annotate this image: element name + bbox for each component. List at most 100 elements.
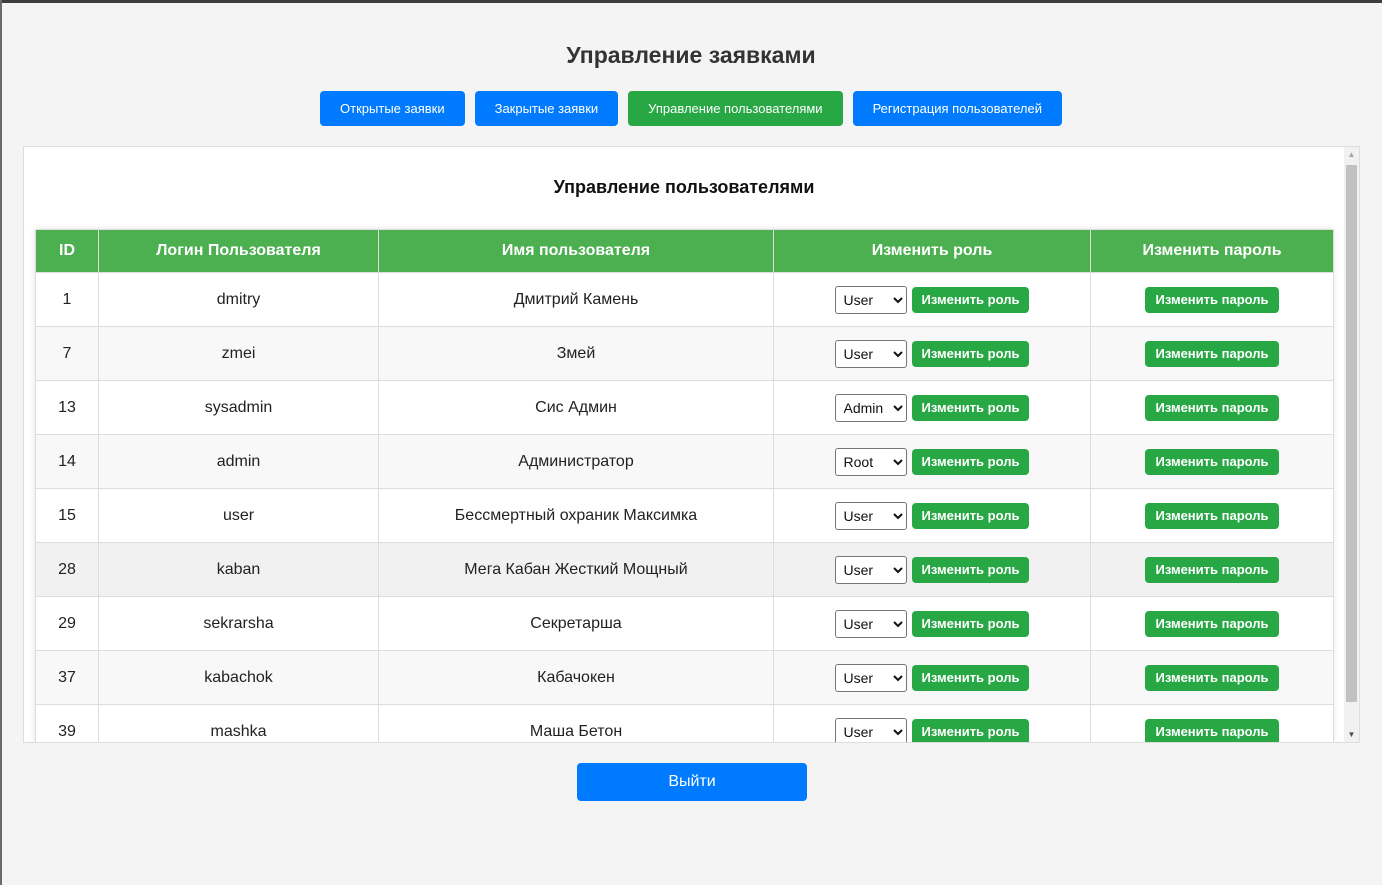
role-select[interactable]: UserAdminRoot <box>834 501 907 530</box>
role-controls: UserAdminRootИзменить роль <box>774 339 1090 368</box>
cell-name: Змей <box>378 326 774 381</box>
cell-change-password: Изменить пароль <box>1090 596 1334 651</box>
cell-change-role: UserAdminRootИзменить роль <box>773 272 1091 327</box>
change-role-button[interactable]: Изменить роль <box>911 610 1030 637</box>
cell-change-role: UserAdminRootИзменить роль <box>773 596 1091 651</box>
cell-login: mashka <box>98 704 379 742</box>
change-role-button[interactable]: Изменить роль <box>911 448 1030 475</box>
window-top-border <box>0 0 1382 3</box>
cell-name: Администратор <box>378 434 774 489</box>
scroll-down-arrow-icon[interactable]: ▼ <box>1344 727 1359 742</box>
table-row: 39mashkaМаша БетонUserAdminRootИзменить … <box>35 704 1334 742</box>
cell-change-password: Изменить пароль <box>1090 272 1334 327</box>
cell-change-password: Изменить пароль <box>1090 704 1334 742</box>
role-select[interactable]: UserAdminRoot <box>834 555 907 584</box>
change-password-button[interactable]: Изменить пароль <box>1145 718 1279 742</box>
window-left-border <box>0 0 2 885</box>
change-password-button[interactable]: Изменить пароль <box>1145 394 1279 421</box>
role-select[interactable]: UserAdminRoot <box>834 663 907 692</box>
cell-name: Секретарша <box>378 596 774 651</box>
cell-login: dmitry <box>98 272 379 327</box>
cell-id: 29 <box>35 596 99 651</box>
cell-id: 37 <box>35 650 99 705</box>
change-password-button[interactable]: Изменить пароль <box>1145 340 1279 367</box>
column-header-login: Логин Пользователя <box>98 229 379 273</box>
nav-user-registration-button[interactable]: Регистрация пользователей <box>852 91 1062 126</box>
cell-login: sysadmin <box>98 380 379 435</box>
role-select[interactable]: UserAdminRoot <box>834 339 907 368</box>
table-row: 7zmeiЗмейUserAdminRootИзменить рольИзмен… <box>35 326 1334 381</box>
cell-login: sekrarsha <box>98 596 379 651</box>
cell-change-password: Изменить пароль <box>1090 542 1334 597</box>
role-select[interactable]: UserAdminRoot <box>834 393 907 422</box>
cell-login: admin <box>98 434 379 489</box>
change-role-button[interactable]: Изменить роль <box>911 286 1030 313</box>
column-header-id: ID <box>35 229 99 273</box>
cell-change-role: UserAdminRootИзменить роль <box>773 650 1091 705</box>
cell-change-password: Изменить пароль <box>1090 434 1334 489</box>
role-controls: UserAdminRootИзменить роль <box>774 447 1090 476</box>
cell-change-password: Изменить пароль <box>1090 650 1334 705</box>
column-header-name: Имя пользователя <box>378 229 774 273</box>
cell-change-role: UserAdminRootИзменить роль <box>773 434 1091 489</box>
change-role-button[interactable]: Изменить роль <box>911 556 1030 583</box>
change-password-button[interactable]: Изменить пароль <box>1145 502 1279 529</box>
cell-login: zmei <box>98 326 379 381</box>
page-title: Управление заявками <box>566 42 816 68</box>
panel-scrollbar[interactable]: ▲ ▼ <box>1344 147 1359 742</box>
role-controls: UserAdminRootИзменить роль <box>774 609 1090 638</box>
user-management-panel: Управление пользователями ID Логин Польз… <box>23 146 1360 743</box>
table-body: 1dmitryДмитрий КаменьUserAdminRootИзмени… <box>35 272 1334 742</box>
cell-id: 39 <box>35 704 99 742</box>
role-select[interactable]: UserAdminRoot <box>834 717 907 742</box>
cell-change-role: UserAdminRootИзменить роль <box>773 380 1091 435</box>
column-header-change-role: Изменить роль <box>773 229 1091 273</box>
change-password-button[interactable]: Изменить пароль <box>1145 286 1279 313</box>
nav-open-requests-button[interactable]: Открытые заявки <box>320 91 465 126</box>
change-password-button[interactable]: Изменить пароль <box>1145 448 1279 475</box>
change-password-button[interactable]: Изменить пароль <box>1145 610 1279 637</box>
table-row: 28kabanМега Кабан Жесткий МощныйUserAdmi… <box>35 542 1334 597</box>
table-row: 37kabachokКабачокенUserAdminRootИзменить… <box>35 650 1334 705</box>
role-select[interactable]: UserAdminRoot <box>834 609 907 638</box>
table-row: 13sysadminСис АдминUserAdminRootИзменить… <box>35 380 1334 435</box>
scroll-up-arrow-icon[interactable]: ▲ <box>1344 147 1359 162</box>
column-header-change-password: Изменить пароль <box>1090 229 1334 273</box>
nav-user-management-button[interactable]: Управление пользователями <box>628 91 843 126</box>
change-role-button[interactable]: Изменить роль <box>911 340 1030 367</box>
change-password-button[interactable]: Изменить пароль <box>1145 664 1279 691</box>
cell-name: Кабачокен <box>378 650 774 705</box>
scroll-thumb[interactable] <box>1346 165 1357 702</box>
table-row: 29sekrarshaСекретаршаUserAdminRootИзмени… <box>35 596 1334 651</box>
users-table: ID Логин Пользователя Имя пользователя И… <box>35 229 1334 742</box>
change-password-button[interactable]: Изменить пароль <box>1145 556 1279 583</box>
change-role-button[interactable]: Изменить роль <box>911 502 1030 529</box>
change-role-button[interactable]: Изменить роль <box>911 718 1030 742</box>
cell-name: Сис Админ <box>378 380 774 435</box>
cell-name: Маша Бетон <box>378 704 774 742</box>
cell-id: 1 <box>35 272 99 327</box>
cell-name: Дмитрий Камень <box>378 272 774 327</box>
cell-id: 13 <box>35 380 99 435</box>
cell-change-role: UserAdminRootИзменить роль <box>773 326 1091 381</box>
role-controls: UserAdminRootИзменить роль <box>774 285 1090 314</box>
cell-change-password: Изменить пароль <box>1090 488 1334 543</box>
users-table-wrapper: ID Логин Пользователя Имя пользователя И… <box>35 229 1334 742</box>
cell-login: kaban <box>98 542 379 597</box>
nav-closed-requests-button[interactable]: Закрытые заявки <box>474 91 619 126</box>
change-role-button[interactable]: Изменить роль <box>911 664 1030 691</box>
role-controls: UserAdminRootИзменить роль <box>774 555 1090 584</box>
cell-change-password: Изменить пароль <box>1090 326 1334 381</box>
cell-id: 7 <box>35 326 99 381</box>
table-header-row: ID Логин Пользователя Имя пользователя И… <box>35 229 1334 273</box>
change-role-button[interactable]: Изменить роль <box>911 394 1030 421</box>
role-select[interactable]: UserAdminRoot <box>834 285 907 314</box>
logout-button[interactable]: Выйти <box>577 763 807 801</box>
nav-bar: Открытые заявки Закрытые заявки Управлен… <box>0 91 1382 126</box>
table-row: 15userБессмертный охраник МаксимкаUserAd… <box>35 488 1334 543</box>
cell-change-role: UserAdminRootИзменить роль <box>773 704 1091 742</box>
cell-login: user <box>98 488 379 543</box>
role-controls: UserAdminRootИзменить роль <box>774 717 1090 742</box>
role-select[interactable]: UserAdminRoot <box>834 447 907 476</box>
cell-name: Мега Кабан Жесткий Мощный <box>378 542 774 597</box>
